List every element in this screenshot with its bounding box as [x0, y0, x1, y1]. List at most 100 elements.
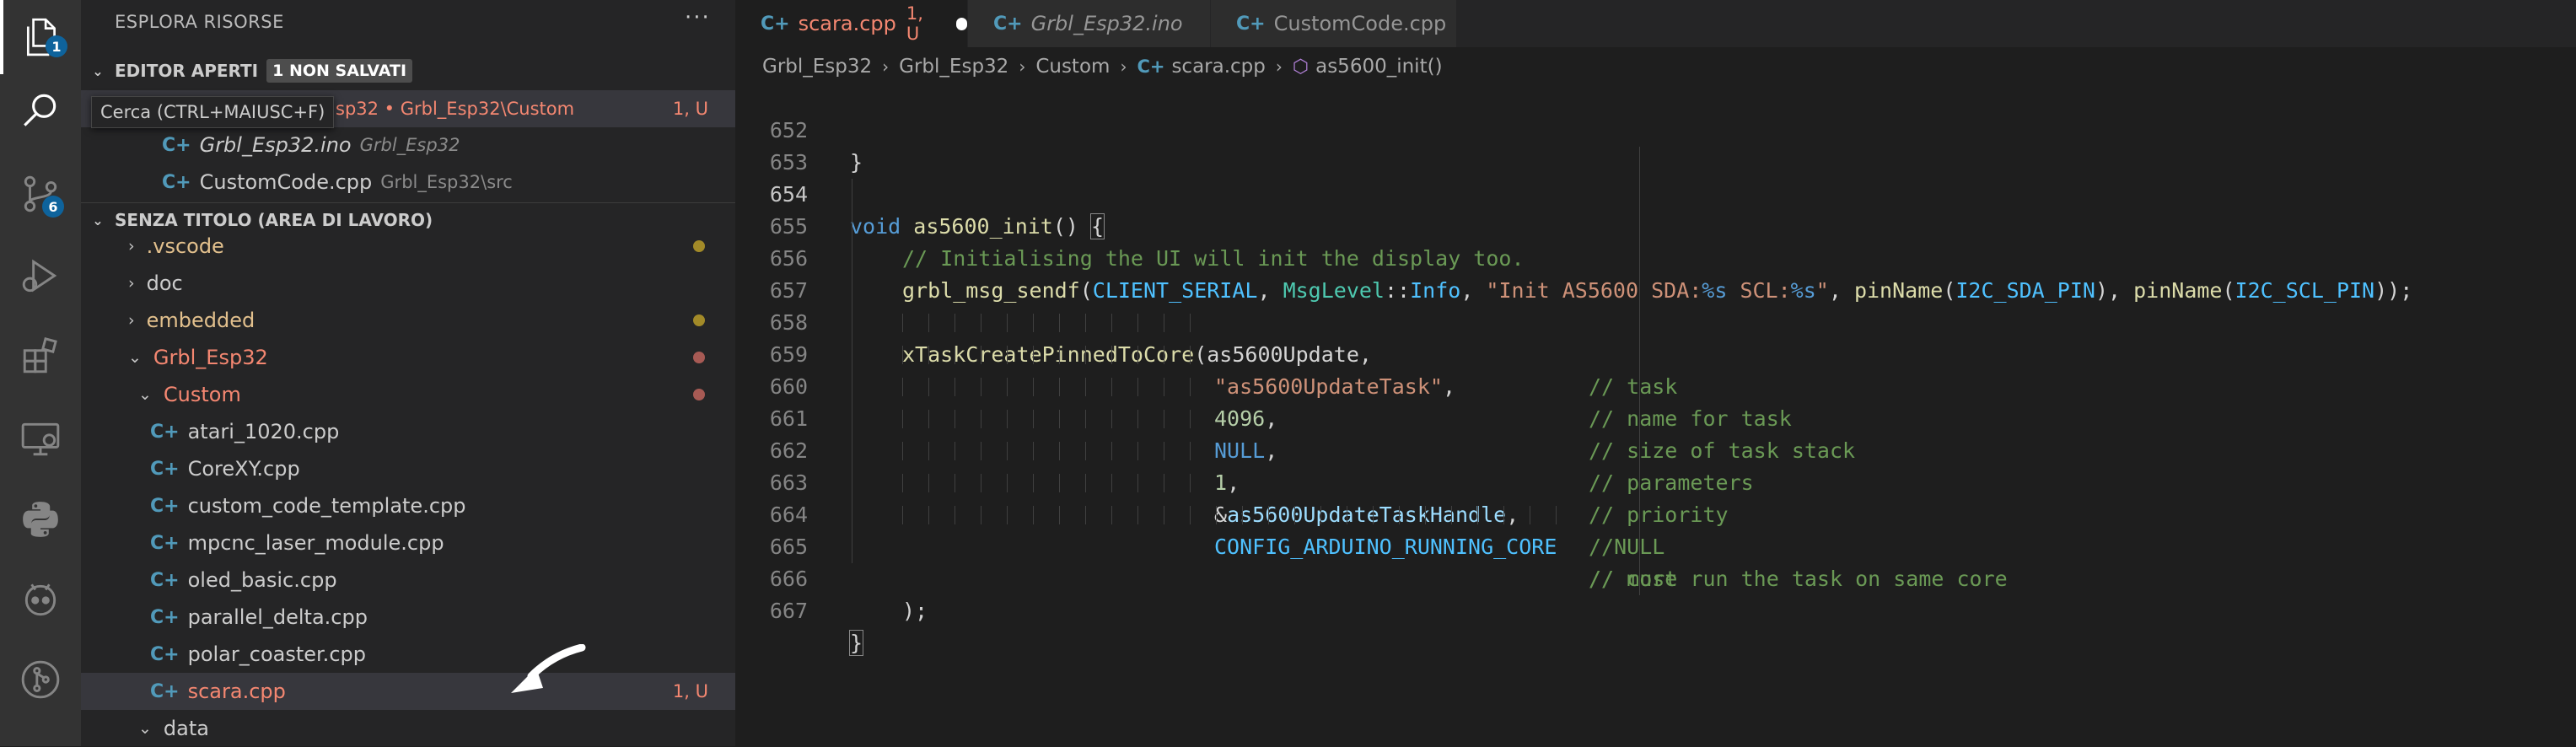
sidebar-title: ESPLORA RISORSE	[115, 12, 284, 32]
remote-explorer-icon[interactable]	[0, 401, 81, 476]
mouse-cursor-icon	[511, 644, 586, 693]
breadcrumb-item[interactable]: Custom	[1035, 56, 1110, 78]
more-actions-icon[interactable]: ···	[685, 5, 711, 30]
tree-folder-grbl-esp32[interactable]: ⌄ Grbl_Esp32	[81, 339, 735, 376]
git-graph-icon[interactable]	[0, 642, 81, 717]
whitespace-marker	[1085, 410, 1086, 428]
open-editors-header[interactable]: ⌄ EDITOR APERTI 1 NON SALVATI	[81, 54, 735, 88]
tree-file-parallel-delta[interactable]: C+ parallel_delta.cpp	[81, 599, 735, 636]
tree-file-scara[interactable]: C+ scara.cpp 1, U	[81, 673, 735, 710]
tree-folder-embedded[interactable]: › embedded	[81, 302, 735, 339]
whitespace-marker	[1216, 506, 1217, 524]
code-line: 654 void as5600_init() {	[769, 182, 1105, 239]
whitespace-marker	[1007, 346, 1008, 364]
explorer-icon[interactable]: 1	[0, 0, 81, 74]
tree-file-polar-coaster[interactable]: C+ polar_coaster.cpp	[81, 636, 735, 673]
untracked-dot	[693, 389, 705, 400]
tab-grbl-ino[interactable]: C+ Grbl_Esp32.ino	[968, 0, 1211, 47]
whitespace-marker	[1085, 442, 1086, 460]
tab-customcode[interactable]: C+ CustomCode.cpp	[1211, 0, 1457, 47]
code-line: 667 }	[769, 599, 864, 656]
code-line: 663 &as5600UpdateTaskHandle, //NULL	[769, 470, 1665, 559]
tree-file-atari[interactable]: C+ atari_1020.cpp	[81, 413, 735, 450]
tab-label: scara.cpp	[798, 12, 896, 35]
file-path: Grbl_Esp32	[359, 135, 460, 155]
tree-folder-doc[interactable]: › doc	[81, 265, 735, 302]
open-editor-customcode[interactable]: C+ CustomCode.cpp Grbl_Esp32\src	[81, 164, 735, 201]
tab-status: 1, U	[906, 3, 923, 44]
tree-folder-vscode[interactable]: › .vscode	[81, 228, 735, 265]
cpp-file-icon: C+	[150, 421, 180, 443]
tab-bar: C+ scara.cpp 1, U C+ Grbl_Esp32.ino C+ C…	[735, 0, 2576, 47]
open-editor-path: sp32 • Grbl_Esp32\Custom	[336, 99, 575, 119]
chevron-right-icon: ›	[1120, 56, 1127, 77]
whitespace-marker	[1007, 474, 1008, 492]
whitespace-marker	[1137, 346, 1138, 364]
whitespace-marker	[1059, 346, 1060, 364]
open-editors-title: EDITOR APERTI	[115, 61, 259, 81]
file-name: CoreXY.cpp	[187, 457, 300, 481]
breadcrumb-item[interactable]: Grbl_Esp32	[762, 56, 872, 78]
whitespace-marker	[1007, 314, 1008, 332]
whitespace-marker	[1007, 378, 1008, 396]
breadcrumb-item[interactable]: Grbl_Esp32	[899, 56, 1008, 78]
method-cube-icon: ⬡	[1292, 56, 1310, 78]
chevron-right-icon: ›	[128, 237, 135, 255]
tree-file-mpcnc[interactable]: C+ mpcnc_laser_module.cpp	[81, 524, 735, 562]
code-line: 662 1, // priority	[769, 438, 1729, 527]
cpp-file-icon: C+	[150, 495, 180, 517]
whitespace-marker	[902, 442, 903, 460]
folder-name: Grbl_Esp32	[153, 346, 268, 369]
whitespace-marker	[1190, 314, 1191, 332]
source-control-icon[interactable]: 6	[0, 157, 81, 231]
modified-dot	[693, 314, 705, 326]
cpp-file-icon: C+	[150, 643, 180, 665]
file-name: scara.cpp	[187, 680, 286, 703]
whitespace-marker	[928, 442, 929, 460]
whitespace-marker	[1190, 442, 1191, 460]
modified-dot	[693, 240, 705, 252]
whitespace-marker	[1007, 442, 1008, 460]
platformio-icon[interactable]	[0, 563, 81, 637]
whitespace-marker	[1059, 378, 1060, 396]
search-icon[interactable]	[0, 74, 81, 148]
chevron-right-icon: ›	[1019, 56, 1026, 77]
whitespace-marker	[1242, 506, 1243, 524]
cpp-file-icon: C+	[150, 680, 180, 702]
whitespace-marker	[1059, 506, 1060, 524]
extensions-icon[interactable]	[0, 319, 81, 393]
chevron-down-icon: ⌄	[92, 212, 104, 228]
file-path: Grbl_Esp32\src	[380, 172, 513, 192]
whitespace-marker	[1111, 474, 1112, 492]
breadcrumb-item[interactable]: scara.cpp	[1171, 56, 1265, 78]
tree-file-custom-template[interactable]: C+ custom_code_template.cpp	[81, 487, 735, 524]
whitespace-marker	[1190, 506, 1191, 524]
file-name: Grbl_Esp32.ino	[199, 133, 352, 157]
python-icon[interactable]	[0, 482, 81, 556]
tree-folder-data[interactable]: ⌄ data	[81, 710, 735, 747]
code-line: 652 }	[769, 118, 863, 175]
whitespace-marker	[1085, 474, 1086, 492]
breadcrumb-item[interactable]: as5600_init()	[1315, 56, 1442, 78]
open-editor-grbl-ino[interactable]: C+ Grbl_Esp32.ino Grbl_Esp32	[81, 126, 735, 164]
search-tooltip: Cerca (CTRL+MAIUSC+F)	[91, 96, 335, 128]
run-debug-icon[interactable]	[0, 239, 81, 313]
tree-file-corexy[interactable]: C+ CoreXY.cpp	[81, 450, 735, 487]
whitespace-marker	[1059, 442, 1060, 460]
whitespace-marker	[1137, 410, 1138, 428]
whitespace-marker	[928, 474, 929, 492]
unsaved-dot-icon[interactable]	[955, 17, 967, 30]
folder-name: embedded	[146, 309, 255, 332]
tree-file-oled[interactable]: C+ oled_basic.cpp	[81, 562, 735, 599]
tree-folder-custom[interactable]: ⌄ Custom	[81, 376, 735, 413]
cpp-file-icon: C+	[993, 13, 1023, 35]
tab-scara[interactable]: C+ scara.cpp 1, U	[735, 0, 968, 47]
whitespace-marker	[1425, 506, 1426, 524]
chevron-right-icon: ›	[882, 56, 890, 77]
whitespace-marker	[1111, 442, 1112, 460]
whitespace-marker	[1033, 410, 1034, 428]
whitespace-marker	[1137, 506, 1138, 524]
whitespace-marker	[1190, 410, 1191, 428]
whitespace-marker	[1033, 314, 1034, 332]
activity-bar: 1 6	[0, 0, 81, 746]
